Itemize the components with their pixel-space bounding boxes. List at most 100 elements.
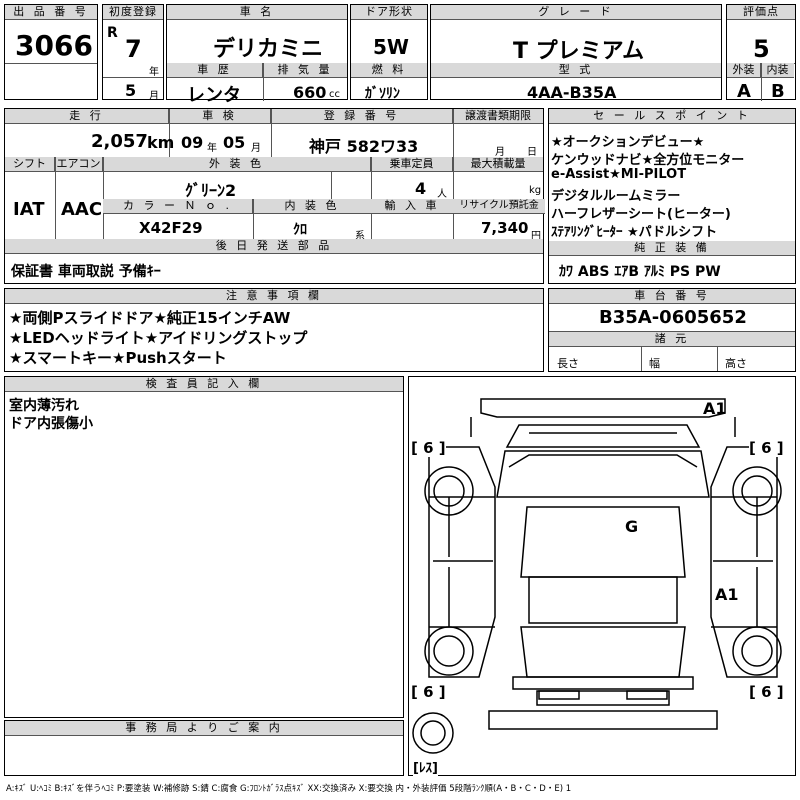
sales-point-line: ハーフレザーシート(ヒーター) <box>551 207 731 222</box>
length-label: 長さ <box>557 357 579 370</box>
damage-mark: G <box>625 517 639 536</box>
plate-label: 登 録 番 号 <box>271 109 453 124</box>
inspection-month: 05 <box>223 133 246 152</box>
tire-depth: [ 6 ] <box>411 439 446 457</box>
damage-mark: A1 <box>703 399 727 418</box>
office-label: 事 務 局 よ り ご 案 内 <box>5 721 403 736</box>
transfer-label: 譲渡書類期限 <box>453 109 543 124</box>
chassis-label: 車 台 番 号 <box>549 289 795 304</box>
note-line: ★スマートキー★Pushスタート <box>9 349 227 367</box>
sales-point-line: ★オークションデビュー★ <box>551 135 705 150</box>
fuel-label: 燃 料 <box>351 63 427 78</box>
dims-label: 諸 元 <box>549 331 795 347</box>
color-number: X42F29 <box>139 219 203 237</box>
lot-box: 出 品 番 号 3066 <box>4 4 98 100</box>
notes-box: 注 意 事 項 欄 ★両側Pスライドドア★純正15インチAW ★LEDヘッドライ… <box>4 288 544 372</box>
grade-label: グ レ ー ド <box>431 5 721 20</box>
history: レンタ <box>187 85 241 106</box>
equipment-items: ｶﾜ ABS ｴｱB ｱﾙﾐ PS PW <box>559 264 721 280</box>
later-parts: 保証書 車両取説 予備ｷｰ <box>11 264 161 280</box>
era: R <box>107 25 118 41</box>
insp-month-unit: 月 <box>251 143 261 154</box>
sales-point-line: ｽﾃｱﾘﾝｸﾞﾋｰﾀｰ ★パドルシフト <box>551 225 718 240</box>
score-label: 評価点 <box>727 5 795 20</box>
month-unit: 月 <box>149 91 159 102</box>
score: 5 <box>753 35 770 63</box>
lot-label: 出 品 番 号 <box>5 5 97 20</box>
exterior-color: ｸﾞﾘｰﾝ2 <box>185 181 237 200</box>
capacity: 4 <box>415 179 427 198</box>
tire-depth: [ 6 ] <box>411 683 446 701</box>
exterior-label: 外装 <box>727 63 761 78</box>
mileage-label: 走 行 <box>5 109 169 124</box>
mileage: 2,057 <box>91 131 148 152</box>
grade: T プレミアム <box>513 39 645 64</box>
car-diagram <box>412 398 782 754</box>
mileage-unit: km <box>147 133 175 152</box>
shift: IAT <box>13 199 45 220</box>
car-name-label: 車 名 <box>167 5 347 20</box>
interior-color-label: 内 装 色 <box>253 199 371 214</box>
air-conditioner: AAC <box>61 199 103 220</box>
fuel: ｶﾞｿﾘﾝ <box>365 86 400 102</box>
model: 4AA-B35A <box>527 83 617 102</box>
spare-tire-status: [ﾚｽ] <box>413 757 438 776</box>
interior-grade: B <box>771 81 785 102</box>
sales-point-line: デジタルルームミラー <box>551 189 681 204</box>
sales-point-line: e-Assist★MI-PILOT <box>551 167 687 182</box>
transfer-month-unit: 月 <box>495 147 505 158</box>
capacity-unit: 人 <box>437 189 447 200</box>
sales-points-label: セ ー ル ス ポ イ ン ト <box>549 109 795 124</box>
recycle-fee: 7,340 <box>481 219 529 237</box>
details-box: 走 行 車 検 登 録 番 号 譲渡書類期限 2,057 km 09 年 05 … <box>4 108 545 284</box>
door: 5W <box>373 35 409 59</box>
recycle-label: リサイクル預託金 <box>453 199 545 214</box>
interior-label: 内装 <box>761 63 794 78</box>
height-label: 高さ <box>725 357 747 370</box>
load-label: 最大積載量 <box>453 157 543 172</box>
model-label: 型 式 <box>431 63 721 78</box>
sales-points-box: セ ー ル ス ポ イ ン ト ★オークションデビュー★ ケンウッドナビ★全方位… <box>548 108 796 284</box>
inspector-line: 室内薄汚れ <box>9 398 79 414</box>
grade-box: グ レ ー ド T プレミアム 型 式 4AA-B35A <box>430 4 722 102</box>
import-label: 輸 入 車 <box>371 199 453 214</box>
transfer-day-unit: 日 <box>527 147 537 158</box>
exterior-grade: A <box>737 81 751 102</box>
ac-label: エアコン <box>55 157 103 172</box>
legend: A:ｷｽﾞ U:ﾍｺﾐ B:ｷｽﾞを伴うﾍｺﾐ P:要塗装 W:補修跡 S:錆 … <box>6 784 572 794</box>
plate: 神戸 582ワ33 <box>309 137 419 156</box>
color-no-label: カ ラ ー Ｎ ｏ . <box>103 199 253 214</box>
displacement-unit: cc <box>329 89 340 100</box>
inspection-year: 09 <box>181 133 204 152</box>
inspector-line: ドア内張傷小 <box>9 416 93 432</box>
inspector-box: 検 査 員 記 入 欄 室内薄汚れ ドア内張傷小 <box>4 376 404 718</box>
lot-number: 3066 <box>15 29 93 62</box>
shift-label: シフト <box>5 157 55 172</box>
sales-point-line: ケンウッドナビ★全方位モニター <box>551 153 745 168</box>
note-line: ★LEDヘッドライト★アイドリングストップ <box>9 329 308 347</box>
width-label: 幅 <box>649 357 660 370</box>
capacity-label: 乗車定員 <box>371 157 453 172</box>
inspector-label: 検 査 員 記 入 欄 <box>5 377 403 392</box>
car-name-box: 車 名 デリカミニ 車 歴 排 気 量 レンタ 660 cc <box>166 4 348 106</box>
door-label: ドア形状 <box>351 5 427 20</box>
tire-depth: [ 6 ] <box>749 439 784 457</box>
history-label: 車 歴 <box>167 63 263 78</box>
equipment-label: 純 正 装 備 <box>549 241 795 256</box>
damage-mark: A1 <box>715 585 739 604</box>
chassis-number: B35A-0605652 <box>599 307 747 328</box>
office-box: 事 務 局 よ り ご 案 内 <box>4 720 404 776</box>
car-name: デリカミニ <box>213 37 324 62</box>
first-reg-label: 初度登録 <box>103 5 163 20</box>
interior-color: ｸﾛ <box>293 222 307 238</box>
load-unit: kg <box>529 185 542 196</box>
reg-year: 7 <box>125 35 142 63</box>
insp-year-unit: 年 <box>207 143 217 154</box>
car-diagram-box: A1 G A1 [ 6 ] [ 6 ] [ 6 ] [ 6 ] [ﾚｽ] <box>408 376 796 776</box>
door-box: ドア形状 5W 燃 料 ｶﾞｿﾘﾝ <box>350 4 428 102</box>
score-box: 評価点 5 外装 内装 A B <box>726 4 796 102</box>
later-parts-label: 後 日 発 送 部 品 <box>5 239 543 254</box>
chassis-box: 車 台 番 号 B35A-0605652 諸 元 長さ 幅 高さ <box>548 288 796 372</box>
year-unit: 年 <box>149 67 159 78</box>
reg-month: 5 <box>125 81 137 100</box>
